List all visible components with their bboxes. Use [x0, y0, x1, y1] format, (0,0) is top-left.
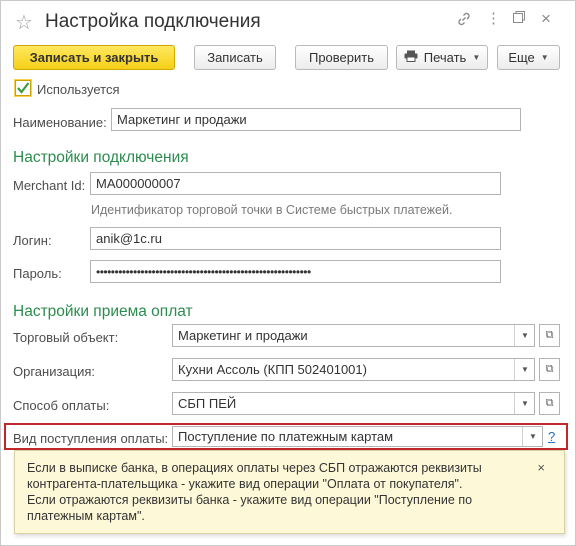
- close-icon[interactable]: ×: [541, 9, 551, 29]
- save-button[interactable]: Записать: [194, 45, 276, 70]
- window-title: Настройка подключения: [45, 11, 261, 32]
- used-label: Используется: [37, 82, 120, 97]
- tooltip-line: контрагента-плательщика - укажите вид оп…: [27, 477, 463, 491]
- organization-label: Организация:: [13, 364, 96, 379]
- dropdown-icon[interactable]: ▼: [514, 393, 534, 414]
- receipt-type-value: Поступление по платежным картам: [178, 429, 394, 444]
- merchant-hint: Идентификатор торговой точки в Системе б…: [91, 203, 453, 217]
- login-label: Логин:: [13, 233, 52, 248]
- dropdown-icon[interactable]: ▼: [522, 427, 542, 446]
- star-icon[interactable]: ☆: [15, 10, 33, 35]
- payment-method-value: СБП ПЕЙ: [178, 396, 237, 411]
- used-checkbox[interactable]: [14, 79, 32, 97]
- open-icon[interactable]: ⧉: [539, 324, 560, 347]
- connection-section-title: Настройки подключения: [13, 149, 189, 166]
- chevron-down-icon: ▼: [540, 53, 549, 62]
- login-field[interactable]: anik@1c.ru: [90, 227, 501, 250]
- payment-section-title: Настройки приема оплат: [13, 303, 193, 320]
- more-vertical-icon[interactable]: ⋮: [486, 9, 501, 27]
- open-icon[interactable]: ⧉: [539, 358, 560, 381]
- more-label: Еще: [508, 50, 535, 65]
- printer-icon: [404, 50, 418, 65]
- merchant-id-field[interactable]: MA000000007: [90, 172, 501, 195]
- tooltip-line: Если в выписке банка, в операциях оплаты…: [27, 461, 482, 475]
- payment-method-label: Способ оплаты:: [13, 398, 110, 413]
- password-field[interactable]: ••••••••••••••••••••••••••••••••••••••••…: [90, 260, 501, 283]
- settings-window: ☆ Настройка подключения ⋮ × Записать и з…: [0, 0, 576, 546]
- receipt-type-field[interactable]: Поступление по платежным картам ▼: [172, 426, 543, 447]
- password-label: Пароль:: [13, 266, 62, 281]
- merchant-label: Merchant Id:: [13, 178, 86, 193]
- tooltip-text: Если в выписке банка, в операциях оплаты…: [27, 460, 527, 524]
- tooltip-line: Если отражаются реквизиты банка - укажит…: [27, 493, 473, 507]
- help-tooltip: Если в выписке банка, в операциях оплаты…: [14, 450, 565, 534]
- name-field[interactable]: Маркетинг и продажи: [111, 108, 521, 131]
- check-button[interactable]: Проверить: [295, 45, 388, 70]
- payment-method-field[interactable]: СБП ПЕЙ ▼: [172, 392, 535, 415]
- tooltip-line: платежным картам".: [27, 509, 145, 523]
- name-label: Наименование:: [13, 115, 107, 130]
- organization-field[interactable]: Кухни Ассоль (КПП 502401001) ▼: [172, 358, 535, 381]
- open-icon[interactable]: ⧉: [539, 392, 560, 415]
- dropdown-icon[interactable]: ▼: [514, 359, 534, 380]
- print-button[interactable]: Печать ▼: [396, 45, 488, 70]
- dropdown-icon[interactable]: ▼: [514, 325, 534, 346]
- more-button[interactable]: Еще ▼: [497, 45, 560, 70]
- chevron-down-icon: ▼: [472, 53, 481, 62]
- organization-value: Кухни Ассоль (КПП 502401001): [178, 362, 367, 377]
- trade-object-value: Маркетинг и продажи: [178, 328, 308, 343]
- print-label: Печать: [423, 50, 467, 65]
- receipt-type-label: Вид поступления оплаты:: [13, 431, 169, 446]
- trade-object-label: Торговый объект:: [13, 330, 119, 345]
- help-icon[interactable]: ?: [548, 429, 555, 444]
- link-icon[interactable]: [456, 11, 472, 31]
- save-and-close-button[interactable]: Записать и закрыть: [13, 45, 175, 70]
- restore-icon[interactable]: [512, 10, 526, 28]
- trade-object-field[interactable]: Маркетинг и продажи ▼: [172, 324, 535, 347]
- tooltip-close-icon[interactable]: ×: [537, 460, 545, 475]
